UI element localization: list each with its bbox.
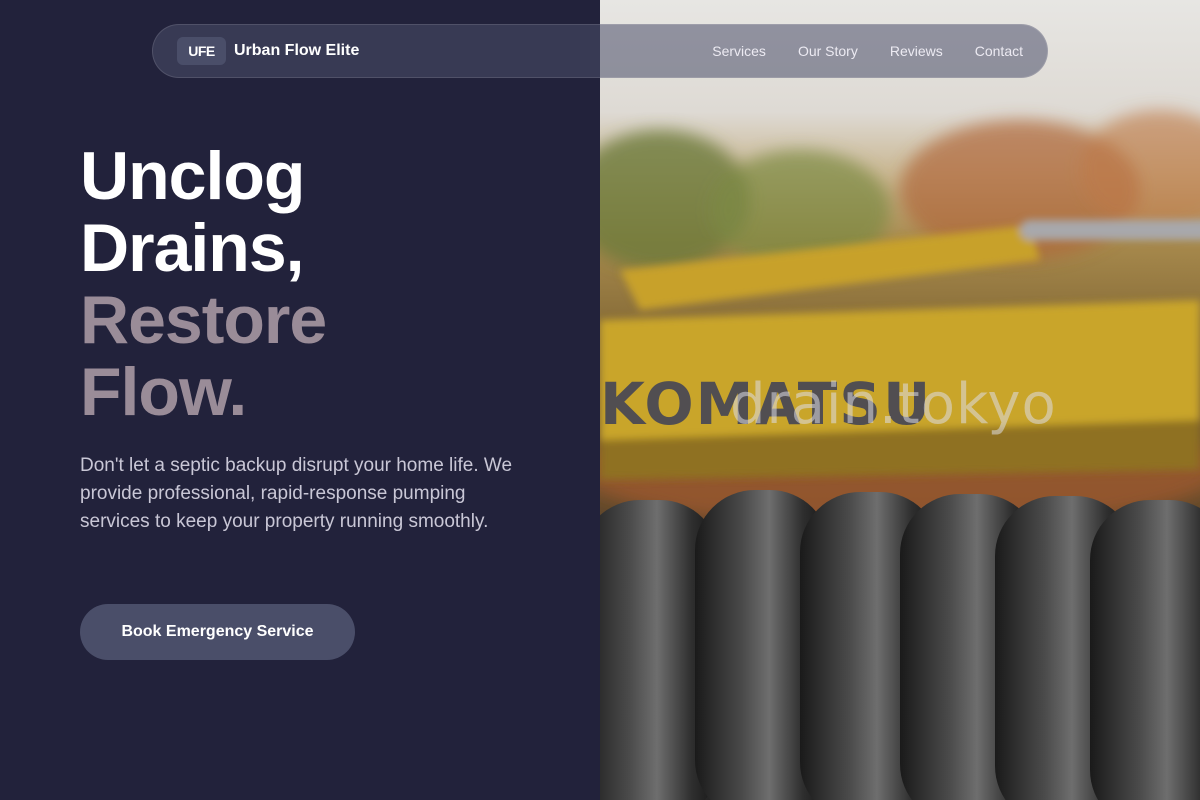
hero-left-panel: Unclog Drains, Restore Flow. Don't let a…	[0, 0, 600, 800]
page: Unclog Drains, Restore Flow. Don't let a…	[0, 0, 1200, 800]
drain-pipes	[600, 490, 1200, 800]
brand-name: Urban Flow Elite	[234, 42, 360, 59]
hero-photo: KOMATSU drain.tokyo	[600, 0, 1200, 800]
hero-subtitle: Don't let a septic backup disrupt your h…	[80, 455, 513, 532]
nav-link-contact[interactable]: Contact	[975, 43, 1023, 59]
nav-link-our-story[interactable]: Our Story	[798, 43, 858, 59]
book-emergency-service-button[interactable]: Book Emergency Service	[80, 604, 355, 660]
hero-title-line-4: Flow.	[80, 354, 247, 430]
nav-link-services[interactable]: Services	[712, 43, 766, 59]
hero-title-line-3: Restore	[80, 282, 327, 358]
photo-watermark: drain.tokyo	[730, 372, 1057, 437]
hero-title: Unclog Drains, Restore Flow.	[80, 138, 327, 430]
nav-links: Services Our Story Reviews Contact	[712, 43, 1023, 59]
logo-badge-icon: UFE	[177, 37, 226, 65]
hero-title-line-2: Drains,	[80, 210, 305, 286]
nav-link-reviews[interactable]: Reviews	[890, 43, 943, 59]
hero-title-line-1: Unclog	[80, 138, 305, 214]
top-navigation: UFE Urban Flow Elite Services Our Story …	[152, 24, 1048, 78]
brand-logo[interactable]: UFE Urban Flow Elite	[177, 37, 359, 65]
